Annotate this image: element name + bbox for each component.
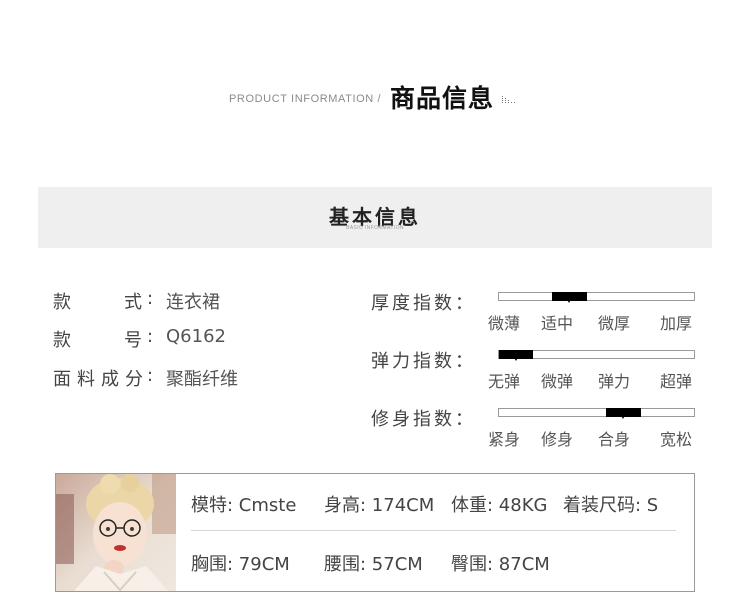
spec-label-char: 料 [77, 369, 95, 390]
elasticity-option: 弹力 [598, 372, 631, 391]
thickness-option: 微厚 [598, 314, 631, 333]
basic-info-band: 基本信息 BASIC INFORMATION [38, 187, 712, 248]
product-info-header: PRODUCT INFORMATION / 商品信息 [0, 78, 750, 113]
spec-label: 面 料 成 分 : [53, 365, 163, 390]
model-hip: 臀围: 87CM [451, 554, 550, 575]
model-weight: 体重: 48KG [451, 495, 548, 516]
spec-value-style: 连衣裙 [166, 292, 220, 313]
spec-label-char: 分 [125, 369, 143, 390]
spec-label-char: 款 [53, 292, 71, 313]
fit-index: 修身指数： 紧身 修身 合身 宽松 [371, 405, 701, 455]
model-bust: 胸围: 79CM [191, 554, 290, 575]
header-english: PRODUCT INFORMATION / [229, 93, 382, 105]
fit-index-arrow-icon [619, 412, 627, 419]
elasticity-index-bar [498, 350, 695, 359]
basic-info-subtitle: BASIC INFORMATION [346, 225, 404, 231]
spec-label-char: 式 [124, 292, 142, 313]
thickness-option: 微薄 [488, 314, 521, 333]
spec-label-char: 成 [101, 369, 119, 390]
elasticity-index-label: 弹力指数： [371, 351, 476, 372]
spec-label-char: 面 [53, 369, 71, 390]
spec-label-char: 款 [53, 330, 71, 351]
thickness-index-arrow-icon [565, 296, 573, 303]
elasticity-index: 弹力指数： 无弹 微弹 弹力 超弹 [371, 347, 701, 397]
thickness-option: 适中 [541, 314, 574, 333]
elasticity-option: 微弹 [541, 372, 574, 391]
spec-colon: : [147, 326, 154, 347]
model-info-card: 模特: Cmste 身高: 174CM 体重: 48KG 着装尺码: S 胸围:… [55, 473, 695, 592]
thickness-index-label: 厚度指数： [371, 293, 476, 314]
spec-label-char: 号 [124, 330, 142, 351]
fit-option: 紧身 [488, 430, 521, 449]
fit-option: 修身 [541, 430, 574, 449]
thickness-index: 厚度指数： 微薄 适中 微厚 加厚 [371, 289, 701, 339]
model-size: 着装尺码: S [563, 495, 659, 516]
spec-label: 款 号 : [53, 326, 163, 351]
fit-index-label: 修身指数： [371, 409, 476, 430]
spec-colon: : [147, 365, 154, 386]
fit-index-bar [498, 408, 695, 417]
model-name: 模特: Cmste [191, 495, 297, 516]
elasticity-option: 超弹 [660, 372, 693, 391]
fit-option: 合身 [598, 430, 631, 449]
thickness-option: 加厚 [660, 314, 693, 333]
fit-option: 宽松 [660, 430, 693, 449]
model-info-divider [191, 530, 676, 531]
dots-decoration-icon [502, 96, 515, 103]
spec-colon: : [147, 288, 154, 309]
header-chinese: 商品信息 [390, 84, 495, 113]
thickness-index-bar [498, 292, 695, 301]
model-portrait-image [56, 474, 176, 591]
spec-value-number: Q6162 [166, 326, 226, 347]
elasticity-option: 无弹 [488, 372, 521, 391]
model-waist: 腰围: 57CM [324, 554, 423, 575]
model-photo [56, 474, 176, 591]
model-height: 身高: 174CM [324, 495, 435, 516]
elasticity-index-arrow-icon [512, 354, 520, 361]
spec-label: 款 式 : [53, 288, 163, 313]
spec-value-material: 聚酯纤维 [166, 369, 238, 390]
